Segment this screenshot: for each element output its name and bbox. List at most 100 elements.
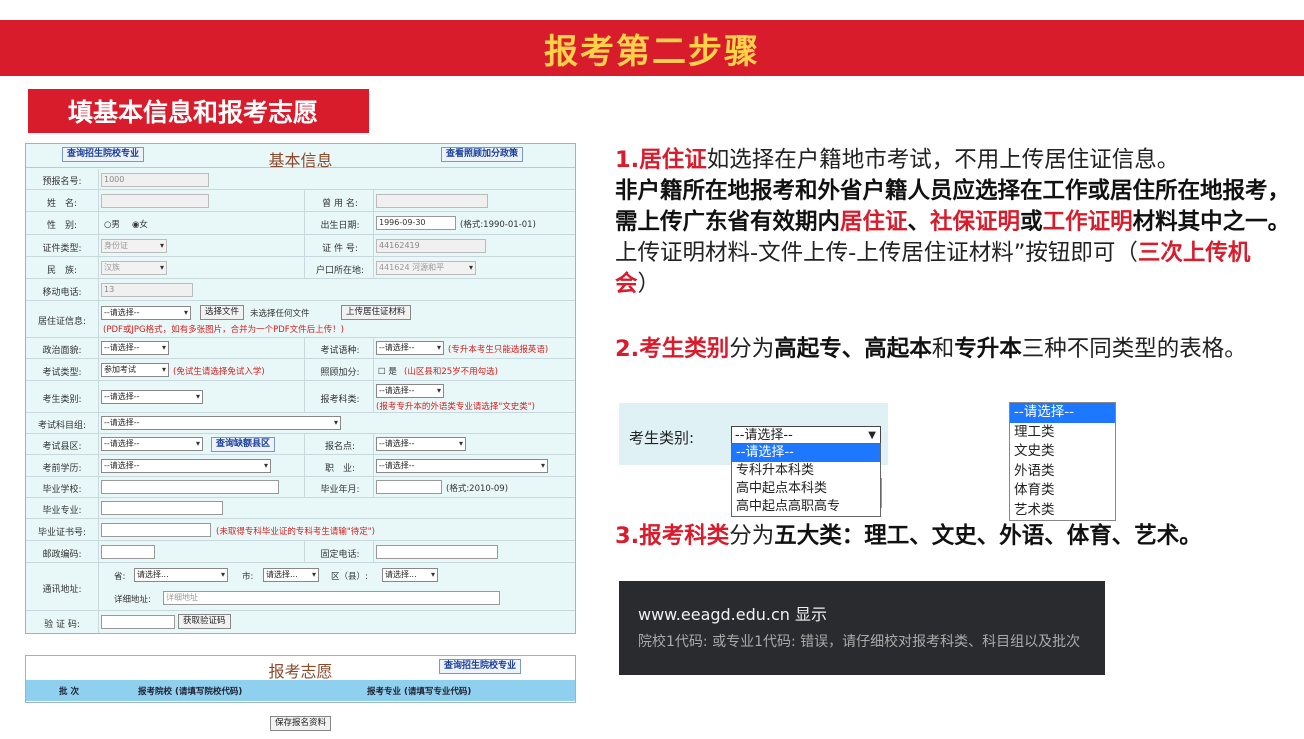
education-select[interactable]: --请选择-- [101,459,271,473]
col-school: 报考院校 (请填写院校代码) [138,687,243,697]
category-option[interactable]: 专科升本科类 [732,462,880,480]
category-option[interactable]: 高中起点高职高专 [732,498,880,516]
name-field[interactable] [101,194,209,208]
id-no-field[interactable]: 44162419 [376,239,486,253]
exam-type-label: 考试类型: [42,368,82,378]
site-label: 报名点: [324,442,356,452]
dialog-title: www.eeagd.edu.cn 显示 [638,605,828,624]
birth-hint: (格式:1990-01-01) [460,220,536,230]
gender-female-radio[interactable]: ◉女 [132,218,148,230]
wish-query-button[interactable]: 查询招生院校专业 [439,659,522,674]
subject-option[interactable]: 外语类 [1010,462,1115,482]
used-name-field[interactable] [376,194,488,208]
name-label: 姓 名: [46,199,78,209]
job-select[interactable]: --请选择-- [376,459,548,473]
phone-label: 固定电话: [320,550,360,560]
choose-file-button[interactable]: 选择文件 [200,305,245,320]
subject-option[interactable]: 理工类 [1010,423,1115,443]
grad-major-field[interactable] [101,501,223,515]
subject-option[interactable]: 体育类 [1010,481,1115,501]
subject-demo-list: --请选择-- 理工类 文史类 外语类 体育类 艺术类 [1009,402,1116,521]
p1-r3: 工作证明 [1042,209,1133,235]
ethnic-label: 民 族: [46,266,78,276]
subject-option[interactable]: 文史类 [1010,442,1115,462]
bonus-note: (山区县和25岁不用勾选) [404,367,498,377]
point-category: 2.考生类别分为高起专、高起本和专升本三种不同类型的表格。 [615,334,1295,365]
p2-b2: 专升本 [954,336,1022,362]
p1-c: 材料其中之一。 [1132,209,1291,235]
form-row-cert: 毕业证书号: (未取得专科毕业证的专科考生请输"待定") [26,519,575,541]
district-select[interactable]: 请选择... [382,568,438,582]
get-captcha-button[interactable]: 获取验证码 [178,614,231,629]
p1-num: 1.居住证 [615,147,707,173]
phone-field[interactable] [376,545,498,559]
ethnic-select[interactable]: 汉族 [101,261,167,275]
form-row-gradmajor: 毕业专业: [26,498,575,519]
detail-address-field[interactable]: 详细地址 [163,591,500,605]
category-option[interactable]: 高中起点本科类 [732,480,880,498]
p1-s1: 、 [907,209,931,235]
county-select[interactable]: --请选择-- [101,437,203,451]
site-select[interactable]: --请选择-- [376,437,466,451]
id-type-label: 证件类型: [42,244,82,254]
used-name-label: 曾 用 名: [322,199,358,209]
subject-option[interactable]: --请选择-- [1010,403,1115,423]
cert-no-field[interactable] [101,523,211,537]
id-no-label: 证 件 号: [322,244,358,254]
city-select[interactable]: 请选择... [263,568,319,582]
mobile-label: 移动电话: [42,288,82,298]
policy-button[interactable]: 查看照顾加分政策 [441,147,524,162]
form-row-gender: 性 别: ○男 ◉女 出生日期: 1996-09-30 (格式:1990-01-… [26,212,575,235]
subject-group-label: 考试科目组: [37,421,87,431]
p3-num: 3.报考科类 [615,523,730,549]
wish-table: 报考志愿 查询招生院校专业 批 次 报考院校 (请填写院校代码) 报考专业 (请… [25,655,576,703]
captcha-field[interactable] [101,615,175,629]
p2-b1: 高起专、高起本 [774,336,932,362]
banner-title: 报考第二步骤 [544,31,760,72]
mobile-field[interactable]: 13 [101,283,193,297]
grad-school-field[interactable] [101,480,279,494]
no-file-text: 未选择任何文件 [250,309,310,319]
bonus-label: 照顾加分: [320,368,360,378]
city-label: 市: [242,572,254,582]
grad-year-field[interactable] [376,480,442,494]
upload-residence-button[interactable]: 上传居住证材料 [341,305,411,320]
query-county-button[interactable]: 查询缺额县区 [211,437,276,452]
p1-d: 上传证明材料-文件上传-上传居住证材料”按钮即可（ [615,240,1138,266]
bonus-checkbox[interactable]: ☐ 是 [378,365,397,377]
point-residence: 1.居住证如选择在户籍地市考试，不用上传居住证信息。 非户籍所在地报考和外省户籍… [615,145,1295,300]
p1-r1: 居住证 [840,209,908,235]
subject-cat-select[interactable]: --请选择-- [376,384,444,398]
gender-label: 性 别: [46,221,78,231]
exam-lang-label: 考试语种: [320,346,360,356]
category-select[interactable]: --请选择-- [101,390,203,404]
postcode-field[interactable] [101,545,155,559]
point-subject: 3.报考科类分为五大类：理工、文史、外语、体育、艺术。 [615,521,1304,552]
hukou-select[interactable]: 441624 河源和平 [376,261,476,275]
residence-select[interactable]: --请选择-- [101,306,191,320]
politics-select[interactable]: --请选择-- [101,341,169,355]
id-type-select[interactable]: 身份证 [101,239,167,253]
province-select[interactable]: 请选择... [134,568,228,582]
reg-no-field[interactable]: 1000 [101,173,209,187]
exam-lang-select[interactable]: --请选择-- [376,341,444,355]
basic-info-form: 查询招生院校专业 基本信息 查看照顾加分政策 预报名号: 1000 姓 名: 曾… [25,143,576,634]
form-row-examtype: 考试类型: 参加考试 (免试生请选择免试入学) 照顾加分: ☐ 是 (山区县和2… [26,359,575,381]
grad-year-hint: (格式:2010-09) [446,484,509,494]
exam-type-select[interactable]: 参加考试 [101,363,169,377]
gender-male-radio[interactable]: ○男 [104,218,120,230]
p3-b: 五大类：理工、文史、外语、体育、艺术。 [774,523,1202,549]
birth-field[interactable]: 1996-09-30 [376,216,456,230]
county-label: 考试县区: [42,442,82,452]
cert-no-label: 毕业证书号: [37,528,87,538]
subject-option[interactable]: 艺术类 [1010,501,1115,521]
p2-d: 三种不同类型的表格。 [1021,336,1247,362]
subject-group-select[interactable]: --请选择-- [101,416,341,430]
form-row-reg: 预报名号: 1000 [26,169,575,190]
politics-label: 政治面貌: [42,346,82,356]
education-label: 考前学历: [42,464,82,474]
category-option[interactable]: --请选择-- [732,444,880,462]
p1-e: ） [637,271,661,297]
save-button[interactable]: 保存报名资料 [270,716,332,731]
category-demo-label: 考生类别: [629,429,695,447]
